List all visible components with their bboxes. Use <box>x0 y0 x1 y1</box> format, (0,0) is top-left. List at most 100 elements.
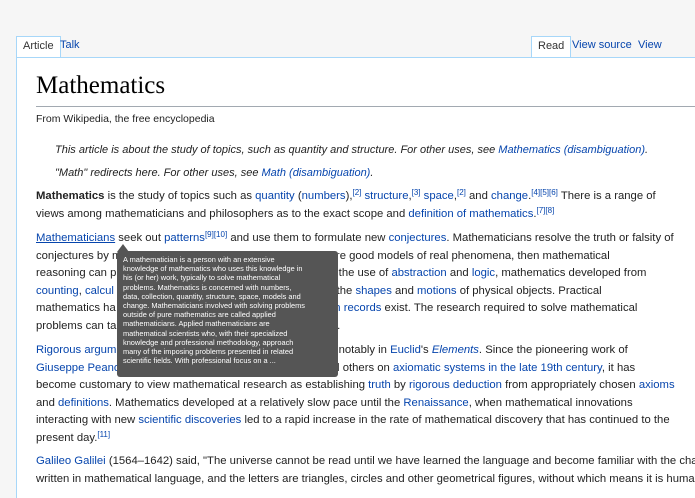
reference-link[interactable]: [7][8] <box>537 206 555 215</box>
reference-link[interactable]: [3] <box>412 188 421 197</box>
popup-line: change. Mathematicians involved with sol… <box>123 301 305 311</box>
popup-line: mathematical scientists who, with their … <box>123 328 288 338</box>
bold-term: Mathematics <box>36 190 105 202</box>
link-axioms[interactable]: axioms <box>639 379 675 391</box>
text: , it has <box>601 361 636 374</box>
paragraph-galileo: Galileo Galilei (1564–1642) said, "The u… <box>36 453 695 488</box>
popup-line: many of the imposing problems presented … <box>123 347 294 357</box>
text: exist. The research required to solve ma… <box>381 302 638 314</box>
text: tures are good models of real phenomena,… <box>301 249 610 262</box>
link-rigorous-arguments[interactable]: Rigorous argum <box>36 344 116 356</box>
tab-talk[interactable]: Talk <box>54 36 86 58</box>
paragraph-intro: Mathematics is the study of topics such … <box>36 188 695 223</box>
link-logic[interactable]: logic <box>472 267 495 279</box>
popup-line: outside of pure mathematics are called a… <box>123 310 276 320</box>
tab-view-source[interactable]: View source <box>566 36 638 58</box>
hover-preview-popup[interactable]: A mathematician is a person with an exte… <box>117 251 338 377</box>
paragraph-line: written in mathematical language, and th… <box>36 471 695 489</box>
text: ( <box>294 190 302 202</box>
hatnote-disambiguation: This article is about the study of topic… <box>55 144 648 156</box>
link-euclid[interactable]: Euclid <box>390 344 421 356</box>
link-calculation[interactable]: calcul <box>85 285 114 297</box>
popup-line: scientific fields. With professional foc… <box>123 356 276 366</box>
text: become customary to view mathematical re… <box>36 379 369 391</box>
hatnote-redirect: "Math" redirects here. For other uses, s… <box>55 167 373 179</box>
text: and <box>36 396 58 409</box>
text: and <box>446 267 472 279</box>
link-quantity[interactable]: quantity <box>255 190 295 202</box>
link-space[interactable]: space <box>424 190 454 202</box>
link-galileo-galilei[interactable]: Galileo Galilei <box>36 455 106 467</box>
paragraph-line: Galileo Galilei (1564–1642) said, "The u… <box>36 453 695 471</box>
link-motions[interactable]: motions <box>417 285 457 297</box>
reference-link[interactable]: [9][10] <box>205 230 227 239</box>
link-abstraction[interactable]: abstraction <box>391 267 446 279</box>
tab-view-history[interactable]: View history <box>632 36 695 69</box>
text: d others on <box>330 361 393 374</box>
text: is the study of topics such as <box>104 190 256 202</box>
link-rigorous-deduction[interactable]: rigorous deduction <box>409 379 502 391</box>
link-late-19th-century[interactable]: in the late 19th century <box>488 362 601 374</box>
link-counting[interactable]: counting <box>36 285 79 297</box>
popup-line: knowledge and professional methodology, … <box>123 337 294 347</box>
text: seek out <box>115 232 165 244</box>
text: and use them to formulate new <box>227 232 389 244</box>
link-elements[interactable]: Elements <box>432 344 479 356</box>
text: . Mathematics developed at a relatively … <box>108 396 404 409</box>
reference-link[interactable]: [4][5][6] <box>531 188 558 197</box>
text: 's <box>420 344 432 356</box>
text: , mathematics developed from <box>495 267 647 279</box>
link-mathematicians[interactable]: Mathematicians <box>36 232 115 244</box>
text: from appropriately chosen <box>501 379 639 391</box>
paragraph-line: interacting with new scientific discover… <box>36 412 695 430</box>
link-math-disambiguation[interactable]: Math (disambiguation) <box>262 167 371 179</box>
link-patterns[interactable]: patterns <box>164 232 205 244</box>
reference-link[interactable]: [2] <box>352 188 361 197</box>
title-divider <box>36 106 695 107</box>
popup-line: data, collection, quantity, structure, s… <box>123 291 301 301</box>
popup-line: A mathematician is a person with an exte… <box>123 255 275 264</box>
paragraph-line: views among mathematicians and philosoph… <box>36 206 695 224</box>
text: conjectures by m <box>36 249 122 262</box>
link-structure[interactable]: structure <box>365 190 409 202</box>
paragraph-line: become customary to view mathematical re… <box>36 377 695 395</box>
hatnote-text: This article is about the study of topic… <box>55 144 499 156</box>
text: mathematics ha <box>36 302 116 314</box>
link-change[interactable]: change <box>491 190 528 202</box>
text: problems can ta <box>36 319 117 332</box>
link-truth[interactable]: truth <box>368 379 391 391</box>
popup-line: mathematicians. Applied mathematicians a… <box>123 319 270 329</box>
text: , when mathematical innovations <box>468 396 633 409</box>
link-axiomatic-systems[interactable]: axiomatic systems <box>393 362 485 374</box>
text: . Since the pioneering work of <box>478 344 628 356</box>
paragraph-line: Mathematicians seek out patterns[9][10] … <box>36 230 695 248</box>
text: reasoning can p <box>36 267 117 279</box>
text: present day. <box>36 431 98 444</box>
page-title: Mathematics <box>36 72 166 99</box>
hatnote-tail: . <box>370 167 374 179</box>
link-mathematics-disambiguation[interactable]: Mathematics (disambiguation) <box>498 144 645 156</box>
link-conjectures[interactable]: conjectures <box>389 232 447 244</box>
text: . Mathematicians resolve the truth or fa… <box>446 232 674 244</box>
paragraph-line: present day.[11] <box>36 430 695 448</box>
reference-link[interactable]: [2] <box>457 188 466 197</box>
text: and <box>465 190 492 202</box>
paragraph-line: and definitions. Mathematics developed a… <box>36 395 695 413</box>
link-giuseppe-peano[interactable]: Giuseppe Peano <box>36 362 120 374</box>
link-scientific-discoveries[interactable]: scientific discoveries <box>138 414 241 426</box>
popup-line: knowledge of mathematics who uses this k… <box>123 264 303 274</box>
tab-bar: Article Talk Read View source View histo… <box>0 0 695 69</box>
popup-line: problems. Mathematics is concerned with … <box>123 282 292 292</box>
text: (1564–1642) said, "The universe cannot b… <box>105 455 695 467</box>
link-numbers[interactable]: numbers <box>302 190 346 202</box>
text: led to a rapid increase in the rate of m… <box>241 414 670 426</box>
link-definition-of-mathematics[interactable]: definition of mathematics <box>408 208 533 220</box>
link-shapes[interactable]: shapes <box>355 285 391 297</box>
text: by <box>390 379 409 391</box>
text: and <box>391 284 418 297</box>
text: views among mathematicians and philosoph… <box>36 207 409 220</box>
link-renaissance[interactable]: Renaissance <box>403 397 468 409</box>
reference-link[interactable]: [11] <box>97 430 110 439</box>
hatnote-tail: . <box>645 144 649 156</box>
link-definitions[interactable]: definitions <box>58 397 109 409</box>
